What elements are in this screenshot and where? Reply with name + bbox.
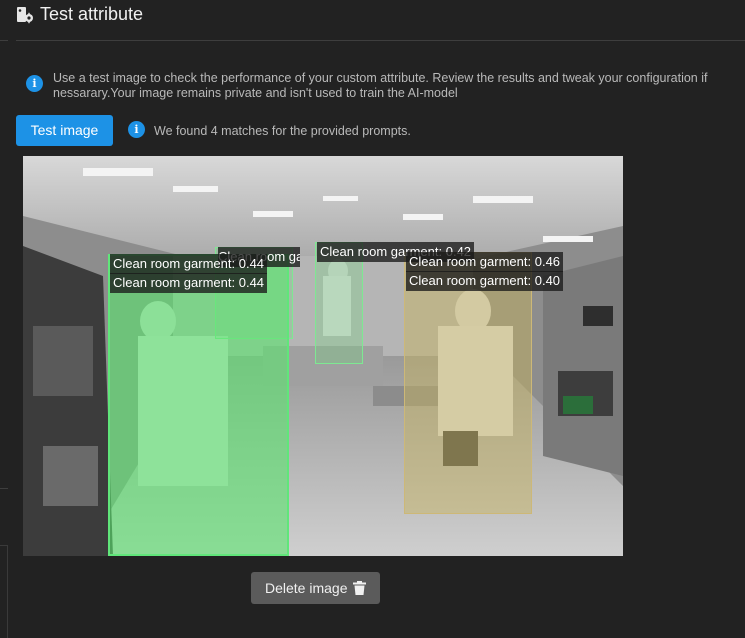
test-image: Clean room garment: 0.43 Clean room garm… [23,156,623,556]
detection-box-1 [108,254,289,556]
match-result-text: We found 4 matches for the provided prom… [154,124,411,138]
page-title: Test attribute [40,4,144,24]
detection-box-3 [404,252,532,514]
detection-label-3: Clean room garment: 0.46 [406,252,564,272]
panel-edge [0,40,8,41]
info-description: Use a test image to check the performanc… [53,71,708,100]
panel-frame [0,545,8,638]
panel-edge-lower [0,488,8,489]
delete-image-label: Delete image [265,580,348,596]
delete-image-button[interactable]: Delete image [251,572,380,604]
page-header: Test attribute [0,0,745,40]
trash-icon [353,581,366,595]
info-icon: i [26,75,43,92]
detection-label-1: Clean room garment: 0.44 [110,254,268,274]
result-info-icon: i [128,121,145,138]
detection-label-2: Clean room garment: 0.44 [110,273,268,293]
detection-label-4: Clean room garment: 0.40 [406,271,564,291]
tag-gear-icon [17,7,33,24]
header-divider [16,40,745,41]
test-image-button[interactable]: Test image [16,115,113,146]
